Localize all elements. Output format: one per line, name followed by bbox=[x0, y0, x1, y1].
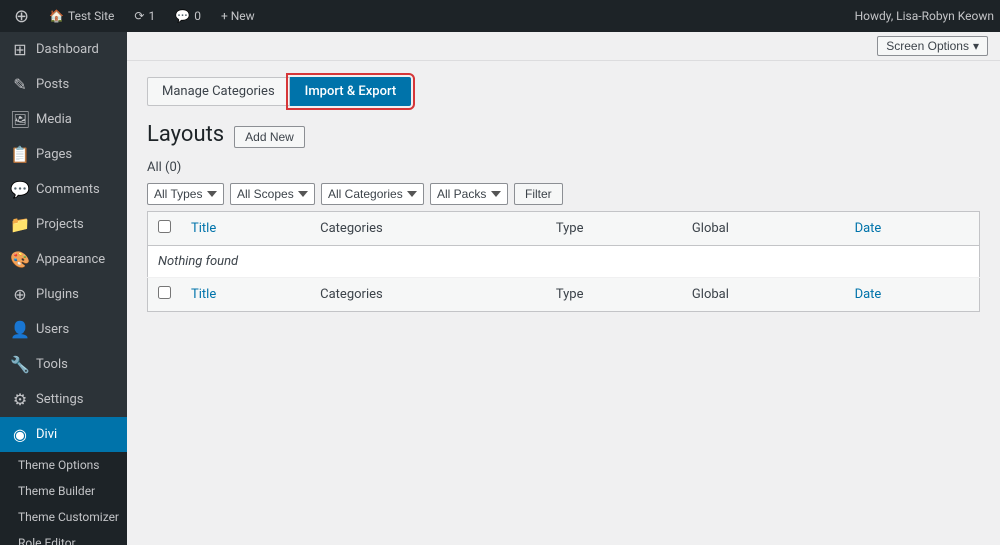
sidebar-label-plugins: Plugins bbox=[36, 287, 79, 302]
sidebar-item-posts[interactable]: ✎ Posts bbox=[0, 67, 127, 102]
posts-icon: ✎ bbox=[10, 75, 30, 94]
howdy-text: Howdy, Lisa-Robyn Keown bbox=[855, 9, 994, 23]
table-footer-row: Title Categories Type Global Date bbox=[148, 278, 980, 312]
sidebar-item-divi[interactable]: ◉ Divi bbox=[0, 417, 127, 452]
sidebar-item-dashboard[interactable]: ⊞ Dashboard bbox=[0, 32, 127, 67]
sidebar-label-settings: Settings bbox=[36, 392, 83, 407]
updates-count: 1 bbox=[148, 9, 155, 23]
sidebar-label-posts: Posts bbox=[36, 77, 69, 92]
col-header-date[interactable]: Date bbox=[845, 212, 980, 246]
site-name-item[interactable]: 🏠 Test Site bbox=[41, 0, 122, 32]
wp-logo-icon: ⊕ bbox=[14, 6, 29, 27]
admin-bar: ⊕ 🏠 Test Site ⟳ 1 💬 0 + New Howdy, Lisa-… bbox=[0, 0, 1000, 32]
col-header-cb bbox=[148, 212, 182, 246]
layouts-table: Title Categories Type Global Date bbox=[147, 211, 980, 312]
all-count: All (0) bbox=[147, 160, 980, 175]
content-area: Screen Options ▾ Manage Categories Impor… bbox=[127, 32, 1000, 545]
wp-logo-item[interactable]: ⊕ bbox=[6, 0, 37, 32]
divi-submenu: Theme OptionsTheme BuilderTheme Customiz… bbox=[0, 452, 127, 545]
page-title-row: Layouts Add New bbox=[147, 122, 980, 148]
sidebar-label-projects: Projects bbox=[36, 217, 84, 232]
new-item[interactable]: + New bbox=[213, 0, 263, 32]
updates-item[interactable]: ⟳ 1 bbox=[126, 0, 163, 32]
filter-packs[interactable]: All Packs bbox=[430, 183, 508, 205]
tools-icon: 🔧 bbox=[10, 355, 30, 374]
filter-scopes[interactable]: All Scopes bbox=[230, 183, 315, 205]
col-footer-cb bbox=[148, 278, 182, 312]
sidebar-item-users[interactable]: 👤 Users bbox=[0, 312, 127, 347]
sidebar-label-dashboard: Dashboard bbox=[36, 42, 99, 57]
comments-count: 0 bbox=[194, 9, 201, 23]
sidebar-label-appearance: Appearance bbox=[36, 252, 105, 267]
col-footer-global: Global bbox=[682, 278, 845, 312]
sidebar-item-comments[interactable]: 💬 Comments bbox=[0, 172, 127, 207]
nothing-found-text: Nothing found bbox=[158, 254, 238, 269]
main-content: Manage Categories Import & Export Layout… bbox=[127, 61, 1000, 545]
col-header-title[interactable]: Title bbox=[181, 212, 310, 246]
sidebar-sub-item-role-editor[interactable]: Role Editor bbox=[0, 530, 127, 545]
col-header-categories: Categories bbox=[310, 212, 546, 246]
pages-icon: 📋 bbox=[10, 145, 30, 164]
home-icon: 🏠 bbox=[49, 9, 64, 23]
sidebar-sub-item-theme-customizer[interactable]: Theme Customizer bbox=[0, 504, 127, 530]
dashboard-icon: ⊞ bbox=[10, 40, 30, 59]
filter-button[interactable]: Filter bbox=[514, 183, 563, 205]
appearance-icon: 🎨 bbox=[10, 250, 30, 269]
comments-item[interactable]: 💬 0 bbox=[167, 0, 209, 32]
sidebar-item-tools[interactable]: 🔧 Tools bbox=[0, 347, 127, 382]
updates-icon: ⟳ bbox=[134, 9, 144, 23]
col-footer-title[interactable]: Title bbox=[181, 278, 310, 312]
tab-bar: Manage Categories Import & Export bbox=[147, 77, 980, 106]
tab-manage-categories[interactable]: Manage Categories bbox=[147, 77, 290, 106]
col-footer-type: Type bbox=[546, 278, 682, 312]
sidebar-label-pages: Pages bbox=[36, 147, 72, 162]
col-header-global: Global bbox=[682, 212, 845, 246]
screen-options-label: Screen Options bbox=[886, 39, 969, 53]
sidebar-sub-item-theme-options[interactable]: Theme Options bbox=[0, 452, 127, 478]
media-icon: 🖼 bbox=[10, 110, 30, 129]
sidebar-label-media: Media bbox=[36, 112, 72, 127]
admin-bar-right: Howdy, Lisa-Robyn Keown bbox=[855, 9, 994, 23]
sidebar-item-plugins[interactable]: ⊕ Plugins bbox=[0, 277, 127, 312]
main-layout: ⊞ Dashboard ✎ Posts 🖼 Media 📋 Pages 💬 Comments 📁 Pr… bbox=[0, 32, 1000, 545]
filter-categories[interactable]: All Categories bbox=[321, 183, 424, 205]
sidebar-item-media[interactable]: 🖼 Media bbox=[0, 102, 127, 137]
sidebar-sub-item-theme-builder[interactable]: Theme Builder bbox=[0, 478, 127, 504]
sidebar-item-pages[interactable]: 📋 Pages bbox=[0, 137, 127, 172]
sidebar-item-appearance[interactable]: 🎨 Appearance bbox=[0, 242, 127, 277]
col-footer-categories: Categories bbox=[310, 278, 546, 312]
sidebar-label-tools: Tools bbox=[36, 357, 68, 372]
projects-icon: 📁 bbox=[10, 215, 30, 234]
col-footer-date[interactable]: Date bbox=[845, 278, 980, 312]
new-label: + New bbox=[221, 9, 255, 23]
comments-icon: 💬 bbox=[175, 9, 190, 23]
select-all-footer-checkbox[interactable] bbox=[158, 286, 171, 299]
users-icon: 👤 bbox=[10, 320, 30, 339]
sidebar-divi-label: Divi bbox=[36, 427, 57, 442]
sidebar: ⊞ Dashboard ✎ Posts 🖼 Media 📋 Pages 💬 Comments 📁 Pr… bbox=[0, 32, 127, 545]
comments-icon: 💬 bbox=[10, 180, 30, 199]
col-header-type: Type bbox=[546, 212, 682, 246]
settings-icon: ⚙ bbox=[10, 390, 30, 409]
screen-options-button[interactable]: Screen Options ▾ bbox=[877, 36, 988, 56]
table-header-row: Title Categories Type Global Date bbox=[148, 212, 980, 246]
sidebar-item-projects[interactable]: 📁 Projects bbox=[0, 207, 127, 242]
plugins-icon: ⊕ bbox=[10, 285, 30, 304]
divi-icon: ◉ bbox=[10, 425, 30, 444]
filter-types[interactable]: All Types bbox=[147, 183, 224, 205]
screen-options-arrow: ▾ bbox=[973, 39, 979, 53]
sidebar-item-settings[interactable]: ⚙ Settings bbox=[0, 382, 127, 417]
sidebar-label-users: Users bbox=[36, 322, 69, 337]
page-title: Layouts bbox=[147, 122, 224, 147]
empty-row: Nothing found bbox=[148, 246, 980, 278]
tab-import-export[interactable]: Import & Export bbox=[290, 77, 412, 106]
filter-row: All Types All Scopes All Categories All … bbox=[147, 183, 980, 205]
select-all-checkbox[interactable] bbox=[158, 220, 171, 233]
screen-options-bar: Screen Options ▾ bbox=[127, 32, 1000, 61]
sidebar-label-comments: Comments bbox=[36, 182, 100, 197]
site-name: Test Site bbox=[68, 9, 114, 23]
add-new-button[interactable]: Add New bbox=[234, 126, 305, 148]
